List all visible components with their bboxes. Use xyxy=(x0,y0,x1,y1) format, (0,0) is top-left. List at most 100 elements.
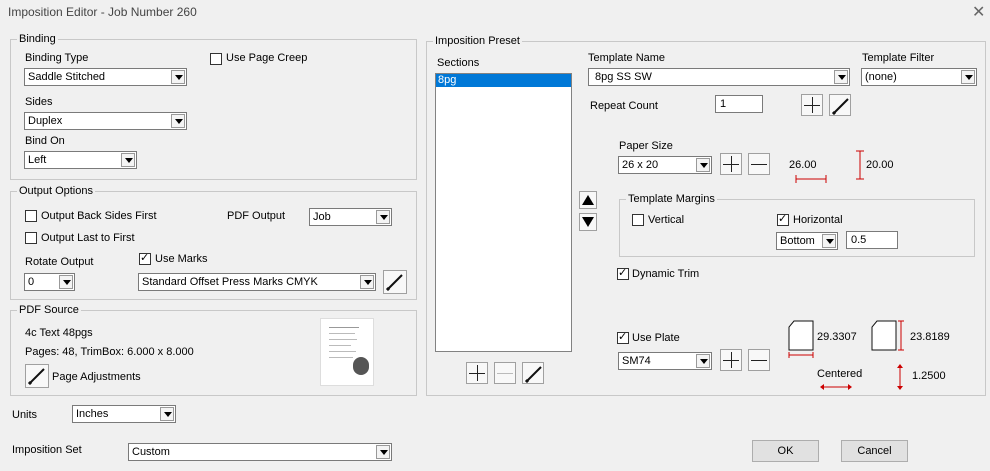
add-template-button[interactable] xyxy=(801,94,823,116)
template-filter-select[interactable]: (none) xyxy=(861,68,977,86)
chevron-down-icon xyxy=(961,70,975,84)
output-back-sides-first-checkbox[interactable] xyxy=(25,210,37,222)
margin-side-select[interactable]: Bottom xyxy=(776,232,838,250)
ok-button[interactable]: OK xyxy=(752,440,819,462)
binding-legend: Binding xyxy=(17,33,58,45)
edit-template-button[interactable] xyxy=(829,94,851,116)
horizontal-offset-arrow-icon xyxy=(820,384,852,390)
bind-on-select[interactable]: Left xyxy=(24,151,137,169)
pdf-source-legend: PDF Source xyxy=(17,304,81,316)
remove-section-button[interactable] xyxy=(494,362,516,384)
sides-select[interactable]: Duplex xyxy=(24,112,187,130)
plate-value: SM74 xyxy=(622,355,651,367)
units-value: Inches xyxy=(76,408,109,420)
sections-list[interactable]: 8pg xyxy=(435,73,572,352)
template-name-select[interactable]: 8pg SS SW xyxy=(588,68,850,86)
add-paper-size-button[interactable] xyxy=(720,153,742,175)
page-adjustments-button[interactable] xyxy=(25,364,49,388)
use-plate-label: Use Plate xyxy=(632,332,680,344)
close-icon[interactable]: ✕ xyxy=(972,2,985,22)
list-item[interactable]: 8pg xyxy=(436,74,571,87)
sides-value: Duplex xyxy=(28,115,63,127)
centered-label: Centered xyxy=(817,368,863,380)
horizontal-margin-checkbox[interactable] xyxy=(777,212,789,226)
plate-width-value: 29.3307 xyxy=(817,331,857,343)
chevron-down-icon xyxy=(834,70,848,84)
vertical-margin-checkbox[interactable] xyxy=(632,214,644,226)
move-down-button[interactable] xyxy=(579,213,597,231)
chevron-down-icon xyxy=(59,275,73,289)
template-name-value: 8pg SS SW xyxy=(595,71,652,83)
chevron-down-icon xyxy=(822,234,836,248)
rotate-output-select[interactable]: 0 xyxy=(24,273,75,291)
imposition-preset-legend: Imposition Preset xyxy=(433,35,522,47)
add-plate-button[interactable] xyxy=(720,349,742,371)
pdf-source-pages-info: Pages: 48, TrimBox: 6.000 x 8.000 xyxy=(25,346,194,358)
use-marks-label: Use Marks xyxy=(155,253,208,265)
dynamic-trim-checkbox[interactable] xyxy=(617,266,629,280)
binding-type-select[interactable]: Saddle Stitched xyxy=(24,68,187,86)
horizontal-margin-label: Horizontal xyxy=(793,214,843,226)
chevron-down-icon xyxy=(376,210,390,224)
plate-height-page-icon xyxy=(871,320,904,351)
width-dimension-icon xyxy=(795,175,827,183)
pdf-output-select[interactable]: Job xyxy=(309,208,392,226)
edit-section-button[interactable] xyxy=(522,362,544,384)
height-dimension-icon xyxy=(856,150,864,180)
rotate-output-label: Rotate Output xyxy=(25,256,94,268)
output-last-to-first-checkbox[interactable] xyxy=(25,232,37,244)
margin-value-input[interactable]: 0.5 xyxy=(846,231,898,249)
move-up-button[interactable] xyxy=(579,191,597,209)
pdf-output-value: Job xyxy=(313,211,331,223)
plate-select[interactable]: SM74 xyxy=(618,352,712,370)
units-select[interactable]: Inches xyxy=(72,405,176,423)
plate-offset-value: 1.2500 xyxy=(912,370,946,382)
use-plate-checkbox[interactable] xyxy=(617,330,629,344)
use-page-creep-checkbox[interactable] xyxy=(210,53,222,65)
pencil-icon xyxy=(831,98,849,116)
use-marks-checkbox[interactable] xyxy=(139,251,151,265)
imposition-set-value: Custom xyxy=(132,446,170,458)
paper-size-label: Paper Size xyxy=(619,140,673,152)
pdf-page-thumbnail xyxy=(320,318,374,386)
repeat-count-input[interactable]: 1 xyxy=(715,95,763,113)
sides-label: Sides xyxy=(25,96,53,108)
plate-width-page-icon xyxy=(788,320,814,358)
template-filter-value: (none) xyxy=(865,71,897,83)
paper-height-value: 20.00 xyxy=(866,159,894,171)
paper-size-select[interactable]: 26 x 20 xyxy=(618,156,712,174)
pencil-icon xyxy=(385,274,403,292)
pencil-icon xyxy=(27,368,45,386)
chevron-down-icon xyxy=(121,153,135,167)
add-section-button[interactable] xyxy=(466,362,488,384)
paper-width-value: 26.00 xyxy=(789,159,817,171)
binding-type-value: Saddle Stitched xyxy=(28,71,106,83)
window-title: Imposition Editor - Job Number 260 xyxy=(8,5,197,19)
pdf-output-label: PDF Output xyxy=(227,210,286,222)
plate-height-value: 23.8189 xyxy=(910,331,950,343)
dynamic-trim-label: Dynamic Trim xyxy=(632,268,700,280)
marks-select[interactable]: Standard Offset Press Marks CMYK xyxy=(138,273,376,291)
paper-size-value: 26 x 20 xyxy=(622,159,659,171)
remove-paper-size-button[interactable] xyxy=(748,153,770,175)
chevron-down-icon xyxy=(696,354,710,368)
marks-value: Standard Offset Press Marks CMYK xyxy=(142,276,318,288)
output-back-sides-first-label: Output Back Sides First xyxy=(41,210,157,222)
sections-label: Sections xyxy=(437,57,480,69)
output-options-legend: Output Options xyxy=(17,185,95,197)
bind-on-label: Bind On xyxy=(25,135,65,147)
units-label: Units xyxy=(12,409,38,421)
cancel-button[interactable]: Cancel xyxy=(841,440,908,462)
imposition-set-select[interactable]: Custom xyxy=(128,443,392,461)
chevron-down-icon xyxy=(360,275,374,289)
remove-plate-button[interactable] xyxy=(748,349,770,371)
chevron-down-icon xyxy=(171,70,185,84)
template-margins-legend: Template Margins xyxy=(626,193,717,205)
edit-marks-button[interactable] xyxy=(383,270,407,294)
pdf-source-name: 4c Text 48pgs xyxy=(25,327,93,339)
chevron-down-icon xyxy=(376,445,390,459)
rotate-output-value: 0 xyxy=(28,276,35,288)
pencil-icon xyxy=(524,366,542,384)
output-last-to-first-label: Output Last to First xyxy=(41,232,135,244)
triangle-down-icon xyxy=(582,217,594,227)
